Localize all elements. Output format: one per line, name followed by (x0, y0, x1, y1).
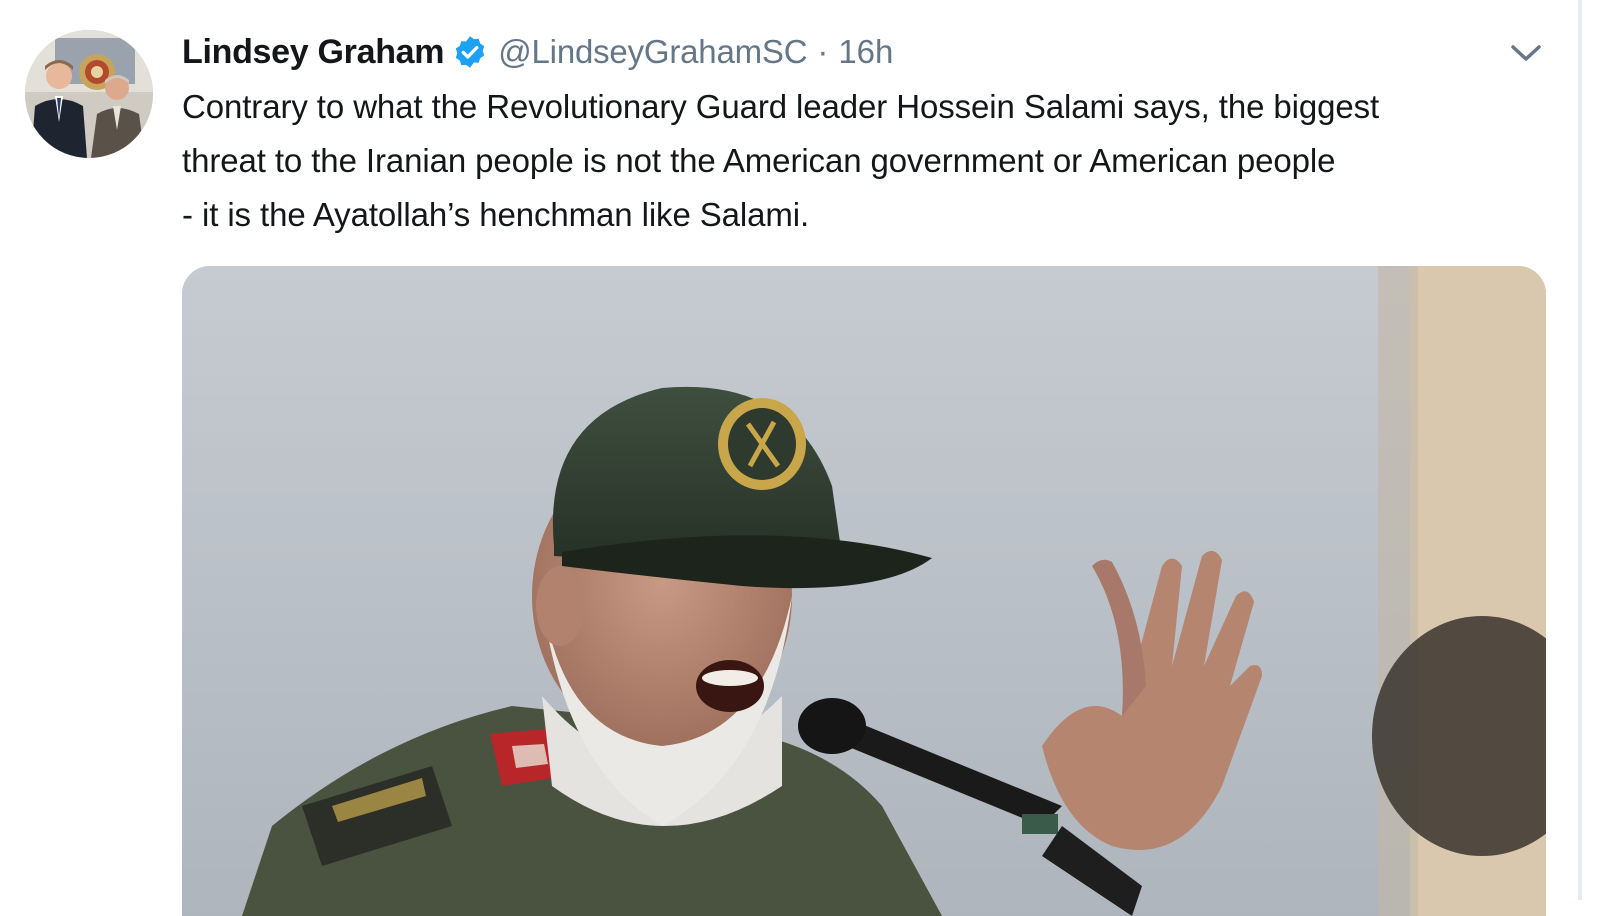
author-name[interactable]: Lindsey Graham (182, 33, 445, 72)
chevron-down-icon (1511, 45, 1541, 61)
tweet-timestamp[interactable]: 16h (838, 33, 893, 71)
avatar-photo (25, 30, 153, 158)
tweet-text: Contrary to what the Revolutionary Guard… (182, 80, 1552, 242)
timeline-border (1578, 0, 1582, 900)
tweet-text-line: - it is the Ayatollah’s henchman like Sa… (182, 196, 810, 233)
tweet-header: Lindsey Graham @LindseyGrahamSC · 16h (182, 28, 893, 76)
tweet-media-photo[interactable] (182, 266, 1546, 916)
photo-speaker-illustration (182, 266, 1546, 916)
tweet-menu-button[interactable] (1508, 40, 1544, 66)
verified-badge-icon (452, 34, 488, 70)
author-handle[interactable]: @LindseyGrahamSC (498, 33, 807, 71)
author-avatar[interactable] (25, 30, 153, 158)
tweet-text-line: threat to the Iranian people is not the … (182, 142, 1336, 179)
header-separator: · (817, 33, 829, 70)
tweet-text-line: Contrary to what the Revolutionary Guard… (182, 88, 1380, 125)
